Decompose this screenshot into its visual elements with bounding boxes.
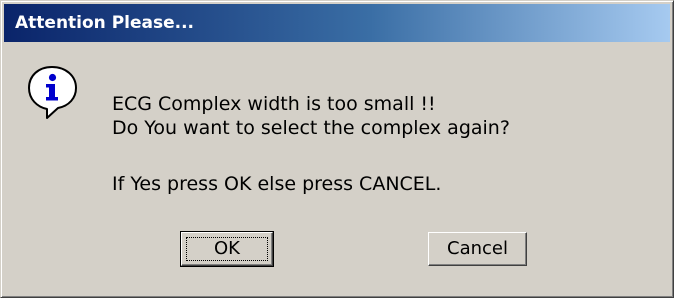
ok-button[interactable]: OK	[180, 231, 274, 267]
cancel-button-label: Cancel	[447, 238, 508, 259]
message-line-2: Do You want to select the complex again?	[112, 117, 510, 139]
ok-button-label: OK	[214, 238, 240, 259]
title-bar[interactable]: Attention Please...	[4, 4, 670, 42]
message-line-1: ECG Complex width is too small !!	[112, 93, 436, 115]
message-dialog: Attention Please... ECG Complex width is…	[0, 0, 674, 298]
cancel-button[interactable]: Cancel	[428, 232, 527, 266]
information-icon	[25, 63, 79, 121]
dialog-title: Attention Please...	[15, 13, 195, 33]
message-line-3: If Yes press OK else press CANCEL.	[112, 173, 442, 195]
